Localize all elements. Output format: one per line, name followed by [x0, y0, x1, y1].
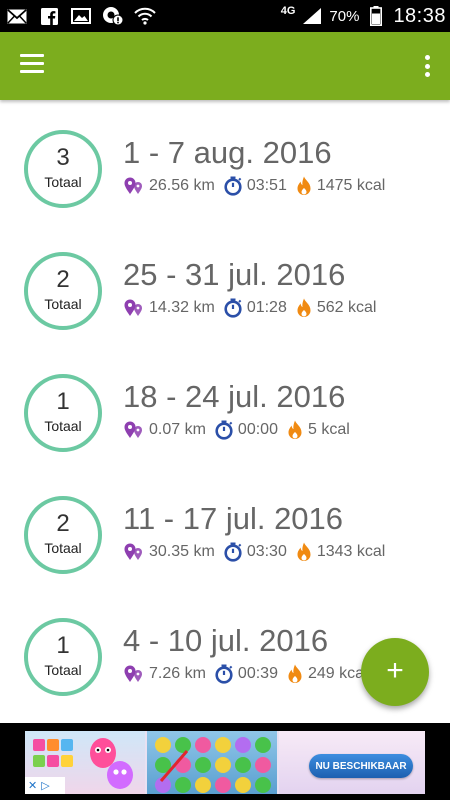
flame-icon: [295, 176, 313, 196]
ad-area: NU BESCHIKBAAR ✕ ▷: [0, 723, 450, 800]
activity-count-label: Totaal: [44, 540, 82, 556]
activity-count: 1: [56, 632, 70, 659]
app-bar: [0, 32, 450, 100]
week-list-item[interactable]: 2 Totaal 11 - 17 jul. 2016 30.35 km 03:30 134…: [0, 466, 450, 588]
signal-icon: [301, 6, 323, 26]
clock: 18:38: [393, 4, 446, 27]
menu-icon[interactable]: [20, 54, 50, 78]
duration-value: 01:28: [246, 299, 287, 316]
duration-value: 00:00: [237, 421, 278, 438]
activity-count-circle: 1 Totaal: [24, 374, 102, 452]
battery-icon: [365, 6, 387, 26]
timer-icon: [214, 420, 234, 440]
week-stats: 26.56 km 03:51 1475 kcal: [123, 176, 393, 196]
activity-count-label: Totaal: [44, 174, 82, 190]
distance-value: 26.56 km: [149, 177, 215, 194]
wifi-icon: [134, 6, 156, 26]
distance-pin-icon: [123, 542, 145, 562]
flame-icon: [295, 298, 313, 318]
timer-icon: [223, 176, 243, 196]
activity-count-label: Totaal: [44, 418, 82, 434]
duration-value: 03:51: [246, 177, 287, 194]
week-stats: 7.26 km 00:39 249 kcal: [123, 664, 376, 684]
system-icons: 4G 70% 18:38: [281, 0, 450, 32]
activity-count: 1: [56, 388, 70, 415]
distance-pin-icon: [123, 664, 145, 684]
distance-pin-icon: [123, 420, 145, 440]
calories-value: 1475 kcal: [316, 177, 386, 194]
add-activity-button[interactable]: +: [361, 638, 429, 706]
timer-icon: [223, 298, 243, 318]
flame-icon: [286, 420, 304, 440]
ad-banner[interactable]: NU BESCHIKBAAR ✕ ▷: [25, 731, 425, 794]
activity-count: 2: [56, 510, 70, 537]
mail-icon: [6, 6, 28, 26]
notification-icon: [102, 6, 124, 26]
timer-icon: [223, 542, 243, 562]
week-date-range: 18 - 24 jul. 2016: [123, 379, 346, 414]
status-bar: 4G 70% 18:38: [0, 0, 450, 32]
facebook-icon: [38, 6, 60, 26]
calories-value: 1343 kcal: [316, 543, 386, 560]
notification-icons: [0, 0, 156, 32]
ad-choices[interactable]: ✕ ▷: [25, 777, 65, 794]
adchoices-icon[interactable]: ▷: [41, 779, 49, 792]
plus-icon: +: [386, 654, 404, 687]
ad-cta-button[interactable]: NU BESCHIKBAAR: [309, 754, 413, 778]
activity-count-circle: 3 Totaal: [24, 130, 102, 208]
activity-count-label: Totaal: [44, 296, 82, 312]
week-date-range: 4 - 10 jul. 2016: [123, 623, 329, 658]
week-list-item[interactable]: 2 Totaal 25 - 31 jul. 2016 14.32 km 01:28 562…: [0, 222, 450, 344]
timer-icon: [214, 664, 234, 684]
week-date-range: 11 - 17 jul. 2016: [123, 501, 344, 536]
week-date-range: 25 - 31 jul. 2016: [123, 257, 346, 292]
week-stats: 0.07 km 00:00 5 kcal: [123, 420, 358, 440]
duration-value: 03:30: [246, 543, 287, 560]
more-vertical-icon[interactable]: [422, 52, 432, 80]
activity-count-circle: 1 Totaal: [24, 618, 102, 696]
ad-image-middle: [147, 731, 277, 794]
battery-percent: 70%: [329, 7, 360, 25]
week-stats: 30.35 km 03:30 1343 kcal: [123, 542, 393, 562]
activity-count-label: Totaal: [44, 662, 82, 678]
activity-count: 3: [56, 144, 70, 171]
week-list-item[interactable]: 3 Totaal 1 - 7 aug. 2016 26.56 km 03:51 1475 …: [0, 100, 450, 222]
distance-value: 0.07 km: [149, 421, 206, 438]
week-date-range: 1 - 7 aug. 2016: [123, 135, 332, 170]
network-type: 4G: [280, 5, 296, 17]
distance-value: 14.32 km: [149, 299, 215, 316]
activity-count-circle: 2 Totaal: [24, 496, 102, 574]
distance-pin-icon: [123, 176, 145, 196]
close-icon[interactable]: ✕: [28, 779, 37, 792]
week-list: 3 Totaal 1 - 7 aug. 2016 26.56 km 03:51 1475 …: [0, 100, 450, 723]
calories-value: 249 kcal: [307, 665, 368, 682]
distance-value: 7.26 km: [149, 665, 206, 682]
calories-value: 562 kcal: [316, 299, 377, 316]
activity-count-circle: 2 Totaal: [24, 252, 102, 330]
image-icon: [70, 6, 92, 26]
activity-count: 2: [56, 266, 70, 293]
distance-value: 30.35 km: [149, 543, 215, 560]
calories-value: 5 kcal: [307, 421, 350, 438]
flame-icon: [286, 664, 304, 684]
distance-pin-icon: [123, 298, 145, 318]
duration-value: 00:39: [237, 665, 278, 682]
week-list-item[interactable]: 1 Totaal 18 - 24 jul. 2016 0.07 km 00:00 5 kc…: [0, 344, 450, 466]
flame-icon: [295, 542, 313, 562]
week-stats: 14.32 km 01:28 562 kcal: [123, 298, 384, 318]
